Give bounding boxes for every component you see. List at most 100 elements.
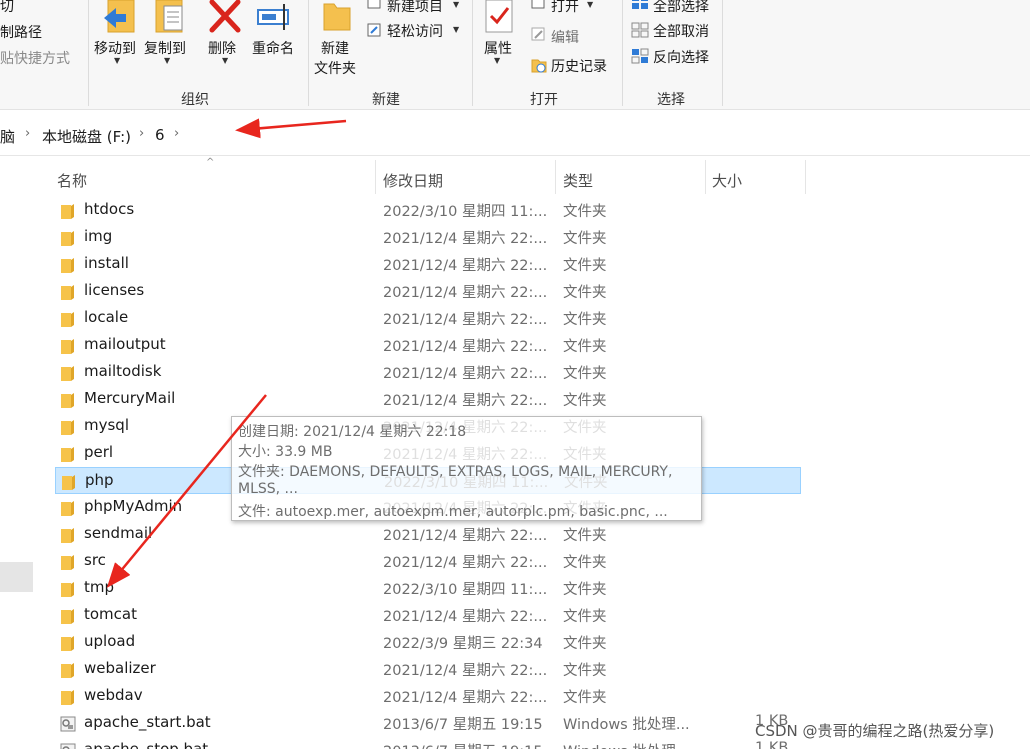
folder-row[interactable]: locale 2021/12/4 星期六 22:... 文件夹 [55,305,801,332]
folder-icon [61,636,74,651]
easy-access-label: 轻松访问 [387,24,443,40]
folder-icon [61,366,74,381]
file-name: MercuryMail [84,389,176,407]
folder-row[interactable]: licenses 2021/12/4 星期六 22:... 文件夹 [55,278,801,305]
navigation-pane[interactable] [0,157,33,749]
properties-label: 属性 [484,41,512,57]
tooltip-line: 大小: 33.9 MB [238,444,333,460]
chevron-down-icon: ▼ [494,56,501,65]
organize-group-label: 组织 [181,92,209,108]
select-all-icon [632,0,648,9]
file-type: 文件夹 [563,663,607,679]
column-header-date[interactable]: 修改日期 [383,170,443,191]
cut-button[interactable]: 切 [0,0,14,16]
file-type: 文件夹 [563,690,607,706]
file-date: 2021/12/4 星期六 22:... [383,312,548,328]
file-date: 2021/12/4 星期六 22:... [383,285,548,301]
sort-ascending-icon: ^ [206,157,215,168]
chevron-down-icon: ▼ [453,25,460,34]
breadcrumb-item[interactable]: 本地磁盘 (F:) [42,126,131,147]
ribbon-separator [308,0,309,106]
file-date: 2013/6/7 星期五 19:15 [383,717,543,733]
chevron-right-icon[interactable]: › [139,126,144,141]
chevron-down-icon: ▼ [114,56,121,65]
file-row[interactable]: apache_start.bat 2013/6/7 星期五 19:15 Window… [55,710,801,737]
folder-row[interactable]: webdav 2021/12/4 星期六 22:... 文件夹 [55,683,801,710]
select-none-label: 全部取消 [653,24,709,40]
folder-row[interactable]: src 2021/12/4 星期六 22:... 文件夹 [55,548,801,575]
column-separator[interactable] [805,160,806,194]
column-header-name-label: 名称 [57,172,88,190]
folder-row[interactable]: htdocs 2022/3/10 星期四 11:... 文件夹 [55,197,801,224]
file-name: tmp [84,578,115,596]
file-date: 2021/12/4 星期六 22:... [383,393,548,409]
folder-row[interactable]: sendmail 2021/12/4 星期六 22:... 文件夹 [55,521,801,548]
file-type: 文件夹 [563,393,607,409]
file-name: apache_stop.bat [84,740,209,749]
folder-row[interactable]: tmp 2022/3/10 星期四 11:... 文件夹 [55,575,801,602]
rename-icon [257,4,289,30]
file-type: 文件夹 [563,285,607,301]
file-type: 文件夹 [563,582,607,598]
file-name: webdav [84,686,143,704]
folder-row[interactable]: install 2021/12/4 星期六 22:... 文件夹 [55,251,801,278]
history-icon [531,59,547,73]
move-to-label: 移动到 [94,41,136,57]
file-date: 2021/12/4 星期六 22:... [383,339,548,355]
new-item-icon [367,0,381,9]
file-name: licenses [84,281,145,299]
folder-icon [61,285,74,300]
file-date: 2022/3/10 星期四 11:... [383,582,548,598]
folder-row[interactable]: upload 2022/3/9 星期三 22:34 文件夹 [55,629,801,656]
folder-row[interactable]: mailoutput 2021/12/4 星期六 22:... 文件夹 [55,332,801,359]
open-group-label: 打开 [530,92,558,108]
folder-row[interactable]: img 2021/12/4 星期六 22:... 文件夹 [55,224,801,251]
paste-shortcut-button[interactable]: 贴快捷方式 [0,48,70,68]
file-date: 2021/12/4 星期六 22:... [383,528,548,544]
invert-selection-icon [631,48,649,64]
folder-icon [61,609,74,624]
navigation-selected-item[interactable] [0,562,33,592]
folder-icon [61,204,74,219]
copy-path-button[interactable]: 制路径 [0,22,42,42]
column-header-size[interactable]: 大小 [712,170,742,191]
folder-row[interactable]: tomcat 2021/12/4 星期六 22:... 文件夹 [55,602,801,629]
edit-icon [531,27,545,41]
column-header-type[interactable]: 类型 [563,170,593,191]
file-name: mysql [84,416,129,434]
chevron-right-icon[interactable]: › [174,126,179,141]
folder-icon [62,475,75,490]
file-row[interactable]: apache_stop.bat 2013/6/7 星期五 19:15 Windows… [55,737,801,749]
new-group-label: 新建 [372,92,400,108]
breadcrumb-item[interactable]: 脑 [0,126,15,147]
chevron-right-icon[interactable]: › [25,126,30,141]
folder-row[interactable]: webalizer 2021/12/4 星期六 22:... 文件夹 [55,656,801,683]
select-none-icon [631,22,649,38]
column-separator[interactable] [375,160,376,194]
file-type: 文件夹 [563,636,607,652]
rename-label: 重命名 [252,41,294,57]
folder-icon [61,258,74,273]
batch-file-icon [60,716,76,732]
folder-icon [61,690,74,705]
file-date: 2021/12/4 星期六 22:... [383,366,548,382]
copy-to-label: 复制到 [144,41,186,57]
folder-row[interactable]: mailtodisk 2021/12/4 星期六 22:... 文件夹 [55,359,801,386]
edit-label: 编辑 [551,30,579,46]
file-name: phpMyAdmin [84,497,183,515]
new-folder-label: 新建 [321,41,349,57]
breadcrumb-item[interactable]: 6 [155,126,165,144]
column-separator[interactable] [705,160,706,194]
file-size: 1 KB [755,740,789,749]
folder-icon [61,501,74,516]
tooltip-line: MLSS, ... [238,481,298,497]
folder-row[interactable]: MercuryMail 2021/12/4 星期六 22:... 文件夹 [55,386,801,413]
file-type: 文件夹 [563,609,607,625]
file-type: 文件夹 [563,366,607,382]
file-name: sendmail [84,524,153,542]
folder-icon [61,231,74,246]
file-date: 2022/3/9 星期三 22:34 [383,636,543,652]
open-icon [531,0,545,9]
column-separator[interactable] [555,160,556,194]
folder-icon [61,447,74,462]
